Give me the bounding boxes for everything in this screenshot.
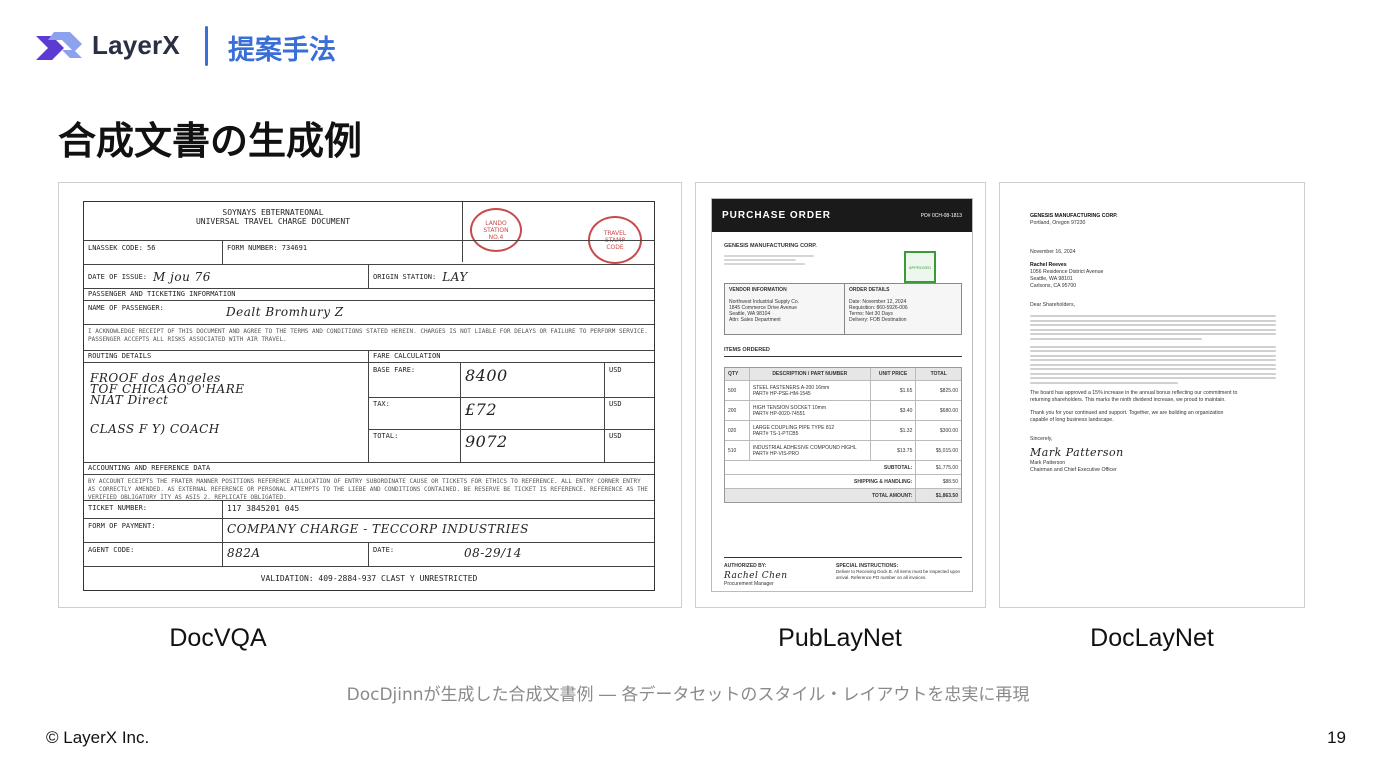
items-heading: ITEMS ORDERED bbox=[724, 347, 770, 353]
currency-label: USD bbox=[604, 397, 654, 429]
agent-code-value: 882A bbox=[222, 543, 368, 566]
signer-title: Procurement Manager bbox=[724, 581, 774, 587]
vendor-line: Attn: Sales Department bbox=[729, 317, 781, 323]
order-heading: ORDER DETAILS bbox=[849, 287, 890, 293]
publaynet-caption: PubLayNet bbox=[778, 624, 902, 652]
signer-title: Chairman and Chief Executive Officer bbox=[1030, 466, 1117, 473]
doclaynet-caption: DocLayNet bbox=[1090, 624, 1214, 652]
authorized-signature: Rachel Chen bbox=[724, 571, 788, 581]
date-issue-value: M jou 76 bbox=[153, 269, 211, 284]
tax-value: £72 bbox=[460, 397, 604, 429]
layerx-logo-icon bbox=[36, 32, 82, 60]
agent-date-label: DATE: bbox=[368, 543, 460, 566]
base-fare-label: BASE FARE: bbox=[368, 363, 460, 397]
letter-signature: Mark Patterson bbox=[1030, 445, 1124, 459]
vendor-heading: VENDOR INFORMATION bbox=[729, 287, 787, 293]
total-value: 9072 bbox=[460, 429, 604, 463]
doclaynet-sample-card: GENESIS MANUFACTURING CORP. Portland, Or… bbox=[999, 182, 1305, 608]
origin-station-label: ORIGIN STATION: bbox=[373, 272, 437, 281]
date-issue-label: DATE OF ISSUE: bbox=[88, 272, 148, 281]
agent-date-value: 08-29/14 bbox=[464, 546, 522, 560]
po-number: PO# 0CH-08-1813 bbox=[920, 212, 962, 219]
brand-name: LayerX bbox=[92, 30, 180, 60]
signer-name: Mark Patterson bbox=[1030, 459, 1066, 466]
routing-heading: ROUTING DETAILS bbox=[88, 352, 152, 360]
po-company-name: GENESIS MANUFACTURING CORP. bbox=[724, 243, 817, 249]
table-row: 020 LARGE COUPLING PIPE TYPE 812 PART# T… bbox=[725, 420, 961, 440]
purchase-order-document: PURCHASE ORDER PO# 0CH-08-1813 GENESIS M… bbox=[711, 198, 973, 592]
routing-line: CLASS F Y) COACH bbox=[90, 422, 220, 436]
letter-city: Portland, Oregon 97230 bbox=[1030, 220, 1086, 226]
recipient-line: Carlsons, CA 95700 bbox=[1030, 283, 1077, 289]
section-title: 提案手法 bbox=[228, 35, 336, 66]
passenger-code-label: LNASSEK CODE: 56 bbox=[88, 244, 156, 252]
letter-paragraph bbox=[1030, 315, 1276, 340]
letter-signoff: Sincerely, bbox=[1030, 435, 1053, 442]
routing-line: NIAT Direct bbox=[90, 393, 169, 407]
recipient-line: 1056 Residence District Avenue bbox=[1030, 269, 1104, 275]
header-divider bbox=[205, 26, 208, 66]
validation-line: VALIDATION: 409-2884-937 CLAST Y UNRESTR… bbox=[260, 574, 478, 583]
items-table: QTY DESCRIPTION / PART NUMBER UNIT PRICE… bbox=[724, 367, 962, 503]
footer-copyright: © LayerX Inc. bbox=[46, 728, 150, 747]
page-title: 合成文書の生成例 bbox=[58, 119, 363, 163]
payment-form-label: FORM OF PAYMENT: bbox=[88, 522, 156, 530]
instructions-text: Deliver to Receiving Dock B. All items m… bbox=[836, 569, 961, 580]
accounting-text: BY ACCOUNT ECEIPTS THE FRATER MANNER POS… bbox=[88, 478, 648, 500]
po-header-bar: PURCHASE ORDER PO# 0CH-08-1813 bbox=[712, 199, 972, 232]
page-number: 19 bbox=[1327, 728, 1346, 747]
slide-subcaption: DocDjinnが生成した合成文書例 ― 各データセットのスタイル・レイアウトを… bbox=[346, 685, 1030, 705]
table-row: 500 STEEL FASTENERS A-200 16mm PART# HP-… bbox=[725, 380, 961, 400]
total-row: TOTAL AMOUNT: $1,863.50 bbox=[725, 488, 961, 502]
letter-thanks-paragraph: Thank you for your continued and support… bbox=[1030, 409, 1224, 423]
form-number-label: FORM NUMBER: 734691 bbox=[222, 241, 462, 264]
green-approval-stamp: APPROVED bbox=[904, 251, 936, 283]
currency-label: USD bbox=[604, 363, 654, 397]
total-label: TOTAL: bbox=[368, 429, 460, 463]
fare-heading: FARE CALCULATION bbox=[368, 351, 654, 362]
payment-form-value: COMPANY CHARGE - TECCORP INDUSTRIES bbox=[222, 519, 654, 542]
passenger-section-heading: PASSENGER AND TICKETING INFORMATION bbox=[88, 290, 236, 298]
passenger-name-label: NAME OF PASSENGER: bbox=[88, 304, 164, 312]
accounting-heading: ACCOUNTING AND REFERENCE DATA bbox=[88, 464, 211, 472]
form-doc-title: UNIVERSAL TRAVEL CHARGE DOCUMENT bbox=[195, 217, 351, 226]
terms-text: I ACKNOWLEDGE RECEIPT OF THIS DOCUMENT A… bbox=[88, 328, 648, 343]
letter-date: November 16, 2024 bbox=[1030, 249, 1076, 255]
ticket-number-label: TICKET NUMBER: bbox=[88, 504, 148, 512]
order-line: Delivery: FOB Destination bbox=[849, 317, 907, 323]
agent-code-label: AGENT CODE: bbox=[88, 546, 135, 554]
table-row: 510 INDUSTRIAL ADHESIVE COMPOUND HIGHL P… bbox=[725, 440, 961, 460]
docvqa-form: SOYNAYS EBTERNATEONAL UNIVERSAL TRAVEL C… bbox=[83, 201, 655, 591]
tax-label: TAX: bbox=[368, 397, 460, 429]
letter-company: GENESIS MANUFACTURING CORP. bbox=[1030, 213, 1118, 219]
letter-paragraph bbox=[1030, 345, 1276, 384]
docvqa-sample-card: SOYNAYS EBTERNATEONAL UNIVERSAL TRAVEL C… bbox=[58, 182, 682, 608]
base-fare-value: 8400 bbox=[460, 363, 604, 397]
po-title: PURCHASE ORDER bbox=[722, 210, 832, 221]
table-row: 200 HIGH TENSION SOCKET 10mm PART# HP-00… bbox=[725, 400, 961, 420]
authorized-label: AUTHORIZED BY: bbox=[724, 563, 767, 569]
subtotal-row: SUBTOTAL: $1,775.00 bbox=[725, 460, 961, 474]
origin-station-value: LAY bbox=[442, 269, 468, 284]
ticket-number-value: 117 3845201 045 bbox=[222, 501, 654, 518]
form-org-name: SOYNAYS EBTERNATEONAL bbox=[222, 208, 324, 217]
recipient-line: Seattle, WA 98101 bbox=[1030, 276, 1073, 282]
recipient-name: Rachel Reeves bbox=[1030, 262, 1067, 268]
table-header-row: QTY DESCRIPTION / PART NUMBER UNIT PRICE… bbox=[725, 368, 961, 380]
letter-salutation: Dear Shareholders, bbox=[1030, 302, 1075, 308]
publaynet-sample-card: PURCHASE ORDER PO# 0CH-08-1813 GENESIS M… bbox=[695, 182, 986, 608]
letter-closing-paragraph: The board has approved a 15% increase in… bbox=[1030, 389, 1238, 403]
shareholder-letter: GENESIS MANUFACTURING CORP. Portland, Or… bbox=[1030, 213, 1276, 474]
passenger-name-value: Dealt Bromhury Z bbox=[226, 305, 344, 319]
currency-label: USD bbox=[604, 429, 654, 463]
docvqa-caption: DocVQA bbox=[169, 624, 267, 652]
shipping-row: SHIPPING & HANDLING: $88.50 bbox=[725, 474, 961, 488]
